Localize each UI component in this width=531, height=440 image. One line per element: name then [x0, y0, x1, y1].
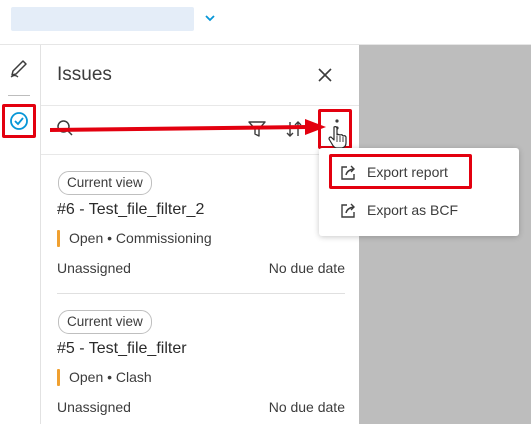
menu-item-label: Export as BCF [367, 202, 459, 218]
status-indicator [57, 230, 60, 247]
toolbar-divider [41, 154, 359, 155]
export-report-highlight [329, 154, 472, 189]
chevron-down-icon[interactable] [203, 11, 217, 25]
issue-card[interactable]: Current view #6 - Test_file_filter_2 Ope… [57, 171, 345, 301]
panel-title: Issues [57, 64, 112, 85]
panel-divider [41, 105, 359, 106]
hand-cursor-icon [328, 126, 347, 149]
issue-status: Open • Commissioning [69, 230, 212, 246]
annotation-arrow [50, 119, 326, 135]
top-bar [0, 0, 531, 45]
issues-tool-button[interactable] [2, 104, 36, 138]
left-tool-rail [0, 45, 41, 424]
issue-assignee: Unassigned [57, 399, 131, 415]
issue-title: #5 - Test_file_filter [57, 340, 187, 357]
issue-title: #6 - Test_file_filter_2 [57, 201, 205, 218]
issue-assignee: Unassigned [57, 260, 131, 276]
project-selector[interactable] [11, 7, 194, 31]
rail-divider [8, 95, 30, 96]
issues-panel: Issues Current view #6 - Test_file_filte… [41, 45, 359, 424]
close-icon[interactable] [316, 66, 334, 84]
issue-status: Open • Clash [69, 369, 152, 385]
issue-due-date: No due date [268, 260, 345, 276]
issues-check-icon [10, 112, 28, 130]
issue-card[interactable]: Current view #5 - Test_file_filter Open … [57, 310, 345, 440]
current-view-tag: Current view [58, 171, 152, 195]
card-divider [57, 293, 345, 294]
issue-due-date: No due date [268, 399, 345, 415]
current-view-tag: Current view [58, 310, 152, 334]
status-indicator [57, 369, 60, 386]
markup-pen-icon[interactable] [8, 57, 30, 79]
export-icon [341, 203, 355, 218]
menu-item-export-bcf[interactable]: Export as BCF [319, 191, 519, 231]
